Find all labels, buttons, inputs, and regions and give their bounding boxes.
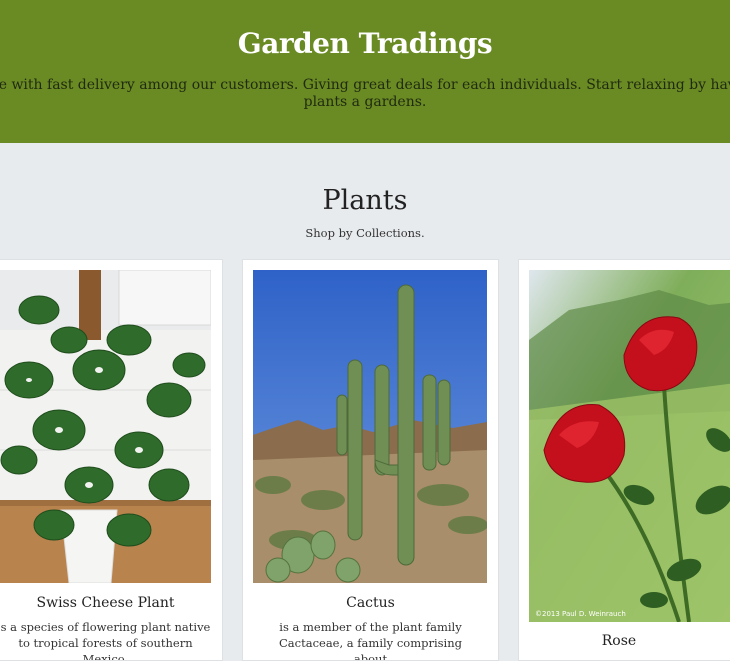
site-header: Garden Tradings rvice with fast delivery… [0,0,730,143]
rose-image[interactable]: ©2013 Paul D. Weinrauch [529,270,730,622]
section-title: Plants [322,185,408,216]
product-card-rose[interactable]: ©2013 Paul D. Weinrauch Rose [518,259,730,661]
site-title: Garden Tradings [237,27,493,60]
product-description: s a species of flowering plant native to… [0,620,211,661]
cactus-image[interactable] [253,270,487,583]
product-card-swiss-cheese-plant[interactable]: Swiss Cheese Plant s a species of flower… [0,259,223,661]
product-name: Rose [601,633,637,649]
swiss-cheese-plant-image[interactable] [0,270,211,583]
section-subtitle: Shop by Collections. [305,226,425,240]
product-name: Cactus [346,595,395,611]
site-tagline: rvice with fast delivery among our custo… [0,77,730,110]
product-card-cactus[interactable]: Cactus is a member of the plant family C… [242,259,499,661]
photo-credit: ©2013 Paul D. Weinrauch [535,610,626,618]
product-name: Swiss Cheese Plant [36,595,175,611]
product-description: is a member of the plant family Cactacea… [279,620,462,661]
